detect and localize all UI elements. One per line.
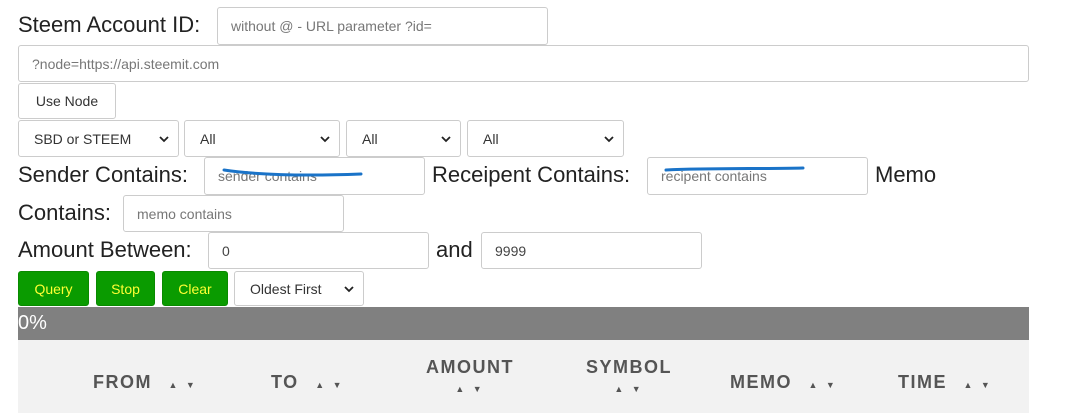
- status-select-value: All: [483, 130, 499, 147]
- type-select-value: All: [200, 130, 216, 147]
- memo-input[interactable]: memo contains: [123, 195, 344, 232]
- node-placeholder: ?node=https://api.steemit.com: [32, 55, 220, 72]
- direction-select[interactable]: All: [346, 120, 461, 157]
- currency-select-value: SBD or STEEM: [34, 130, 132, 147]
- sender-label: Sender Contains:: [18, 162, 188, 187]
- sort-arrows-icon[interactable]: ▲ ▼: [419, 384, 521, 394]
- use-node-button[interactable]: Use Node: [18, 83, 116, 119]
- sort-order-value: Oldest First: [250, 280, 322, 297]
- chevron-down-icon: [604, 135, 614, 142]
- chevron-down-icon: [159, 135, 169, 142]
- column-header-to-label: TO: [271, 372, 299, 392]
- column-header-to[interactable]: TO ▲ ▼: [271, 372, 345, 393]
- sort-arrows-icon[interactable]: ▲ ▼: [169, 380, 198, 390]
- type-select[interactable]: All: [184, 120, 340, 157]
- sort-arrows-icon[interactable]: ▲ ▼: [809, 380, 838, 390]
- amount-label: Amount Between:: [18, 237, 192, 262]
- progress-text: 0%: [18, 312, 47, 334]
- query-button[interactable]: Query: [18, 271, 89, 306]
- recipient-label: Receipent Contains:: [432, 162, 631, 187]
- amount-and-label: and: [436, 237, 473, 262]
- account-label: Steem Account ID:: [18, 12, 201, 37]
- column-header-symbol[interactable]: SYMBOL ▲ ▼: [580, 357, 678, 394]
- amount-min-value: 0: [222, 242, 230, 259]
- column-header-symbol-label: SYMBOL: [585, 357, 672, 377]
- status-select[interactable]: All: [467, 120, 624, 157]
- column-header-time-label: TIME: [898, 372, 947, 392]
- column-header-memo[interactable]: MEMO ▲ ▼: [730, 372, 838, 393]
- column-header-amount[interactable]: AMOUNT ▲ ▼: [419, 357, 521, 394]
- column-header-time[interactable]: TIME ▲ ▼: [898, 372, 993, 393]
- chevron-down-icon: [441, 135, 451, 142]
- sort-arrows-icon[interactable]: ▲ ▼: [580, 384, 678, 394]
- recipient-input[interactable]: recipent contains: [647, 157, 868, 195]
- sort-arrows-icon[interactable]: ▲ ▼: [964, 380, 993, 390]
- progress-bar: 0%: [18, 307, 1029, 340]
- sender-placeholder: sender contains: [218, 168, 317, 184]
- column-header-from-label: FROM: [93, 372, 152, 392]
- column-header-from[interactable]: FROM ▲ ▼: [93, 372, 198, 393]
- amount-max-input[interactable]: 9999: [481, 232, 702, 269]
- column-header-memo-label: MEMO: [730, 372, 792, 392]
- column-header-amount-label: AMOUNT: [426, 357, 514, 377]
- currency-select[interactable]: SBD or STEEM: [18, 120, 179, 157]
- amount-max-value: 9999: [495, 242, 527, 259]
- recipient-placeholder: recipent contains: [661, 168, 767, 184]
- amount-min-input[interactable]: 0: [208, 232, 429, 269]
- table-header: FROM ▲ ▼ TO ▲ ▼ AMOUNT ▲ ▼ SYMBOL ▲ ▼ ME…: [18, 340, 1029, 413]
- memo-label-part1: Memo: [875, 162, 937, 187]
- clear-button[interactable]: Clear: [162, 271, 228, 306]
- sender-input[interactable]: sender contains: [204, 157, 425, 195]
- stop-button[interactable]: Stop: [96, 271, 155, 306]
- chevron-down-icon: [344, 285, 354, 292]
- direction-select-value: All: [362, 130, 378, 147]
- account-id-placeholder: without @ - URL parameter ?id=: [231, 18, 432, 34]
- sort-arrows-icon[interactable]: ▲ ▼: [315, 380, 344, 390]
- account-id-input[interactable]: without @ - URL parameter ?id=: [217, 7, 548, 45]
- sort-order-select[interactable]: Oldest First: [234, 271, 364, 306]
- chevron-down-icon: [320, 135, 330, 142]
- node-input[interactable]: ?node=https://api.steemit.com: [18, 45, 1029, 82]
- memo-label-part2: Contains:: [18, 200, 111, 225]
- memo-placeholder: memo contains: [137, 205, 232, 222]
